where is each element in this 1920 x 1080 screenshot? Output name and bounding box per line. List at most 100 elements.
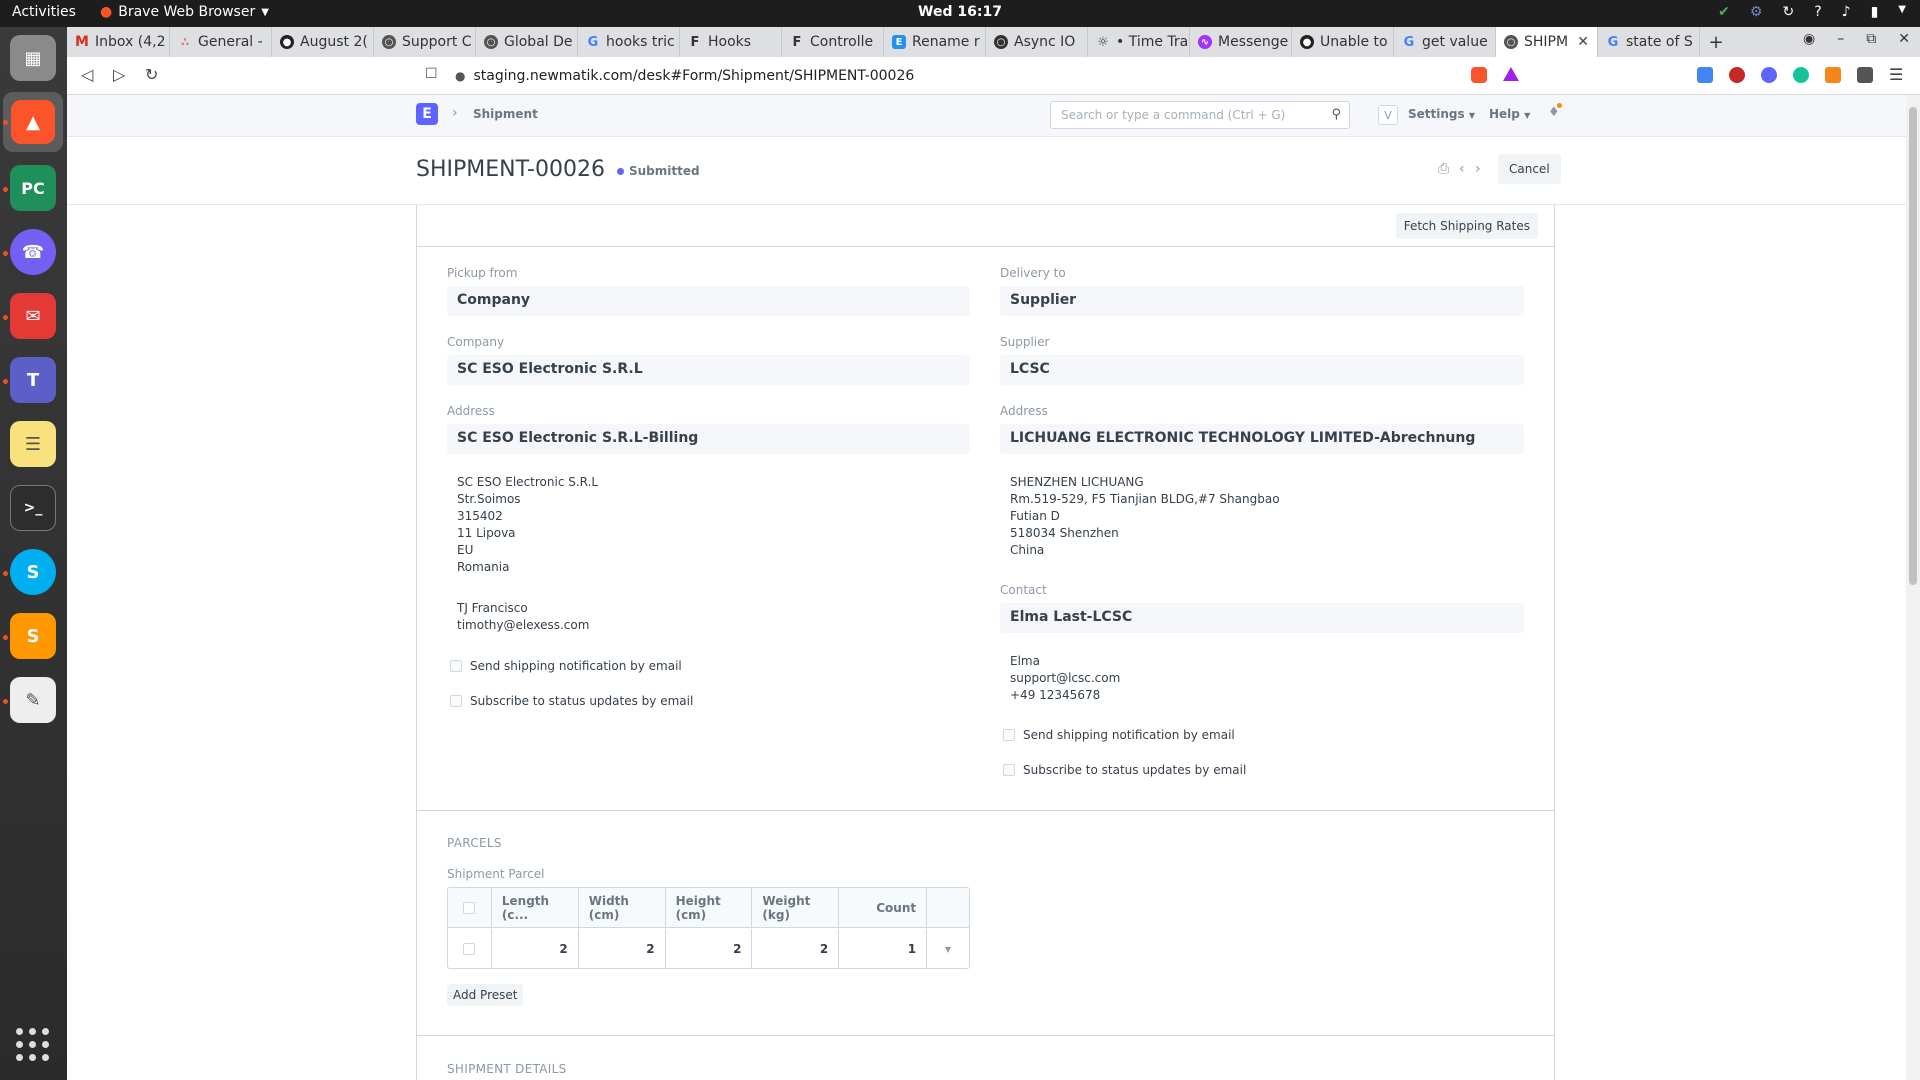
files-icon[interactable]: ▦	[10, 35, 56, 81]
row-select-checkbox[interactable]	[463, 943, 476, 955]
minimize-icon[interactable]: –	[1837, 31, 1844, 47]
close-tab-icon[interactable]: ✕	[1577, 34, 1589, 50]
battery-icon[interactable]: ▮	[1871, 4, 1879, 20]
forward-icon[interactable]: ▷	[113, 65, 125, 84]
metamask-icon[interactable]	[1825, 67, 1841, 83]
url-input[interactable]: ● staging.newmatik.com/desk#Form/Shipmen…	[455, 63, 1460, 89]
browser-tab[interactable]: Gstate of S	[1598, 27, 1700, 57]
add-preset-button[interactable]: Add Preset	[447, 984, 524, 1006]
fetch-shipping-rates-button[interactable]: Fetch Shipping Rates	[1395, 213, 1538, 239]
cancel-button[interactable]: Cancel	[1498, 154, 1561, 184]
browser-tab[interactable]: ☼ • Time Tra	[1088, 27, 1190, 57]
help-icon[interactable]: ?	[1814, 4, 1821, 20]
check-icon[interactable]: ✔	[1718, 4, 1730, 20]
bug-icon[interactable]: ⚙	[1750, 4, 1763, 20]
avatar[interactable]: V	[1378, 105, 1398, 125]
extension-icon[interactable]	[1761, 67, 1777, 83]
supplier-field[interactable]: LCSC	[1000, 355, 1524, 385]
column-header-length[interactable]: Length (c...	[492, 888, 579, 927]
translate-icon[interactable]	[1697, 67, 1713, 83]
pickup-from-field[interactable]: Company	[447, 286, 970, 316]
bookmark-icon[interactable]: ☐	[425, 66, 438, 82]
settings-menu[interactable]: Settings ▼	[1408, 107, 1475, 121]
browser-tab[interactable]: ● Unable to	[1292, 27, 1394, 57]
checkbox[interactable]	[1003, 729, 1015, 741]
pycharm-icon[interactable]: PC	[10, 165, 56, 211]
new-tab-button[interactable]: +	[1700, 27, 1732, 57]
contact-field[interactable]: Elma Last-LCSC	[1000, 603, 1524, 633]
browser-tab[interactable]: ○ Support C	[374, 27, 476, 57]
column-header-height[interactable]: Height (cm)	[666, 888, 753, 927]
help-menu[interactable]: Help ▼	[1489, 107, 1530, 121]
browser-tab[interactable]: ○ Async IO	[986, 27, 1088, 57]
browser-tab[interactable]: E Rename r	[884, 27, 986, 57]
cell-length[interactable]: 2	[492, 929, 579, 969]
row-expand-icon[interactable]: ▾	[927, 929, 969, 969]
chat-icon[interactable]: ✉	[10, 293, 56, 339]
checkbox[interactable]	[1003, 764, 1015, 776]
brave-shields-icon[interactable]	[1471, 67, 1487, 83]
browser-tab[interactable]: ● August 2(	[272, 27, 374, 57]
cell-weight[interactable]: 2	[752, 929, 840, 969]
browser-tab[interactable]: F Controlle	[782, 27, 884, 57]
cell-width[interactable]: 2	[579, 929, 666, 969]
delivery-address-field[interactable]: LICHUANG ELECTRONIC TECHNOLOGY LIMITED-A…	[1000, 424, 1524, 454]
close-icon[interactable]: ✕	[1898, 31, 1910, 47]
page-scrollbar[interactable]	[1906, 95, 1920, 1080]
column-header-width[interactable]: Width (cm)	[579, 888, 666, 927]
app-logo[interactable]: E	[416, 103, 438, 125]
browser-tab[interactable]: ○ Global De	[476, 27, 578, 57]
browser-tab[interactable]: Gget value	[1394, 27, 1496, 57]
pickup-subscribe-checkbox[interactable]: Subscribe to status updates by email	[450, 694, 693, 708]
refresh-icon[interactable]: ↻	[1782, 4, 1794, 20]
table-row[interactable]: 2 2 2 2 1 ▾	[448, 929, 969, 969]
tab-search-icon[interactable]: ◉	[1803, 31, 1815, 47]
chevron-down-icon[interactable]: ▼	[1898, 4, 1906, 20]
browser-tab[interactable]: M Inbox (4,2	[67, 27, 170, 57]
browser-tab[interactable]: ∿ Messenge	[1190, 27, 1292, 57]
app-menu[interactable]: ● Brave Web Browser ▼	[100, 4, 269, 20]
pickup-address-field[interactable]: SC ESO Electronic S.R.L-Billing	[447, 424, 970, 454]
company-field[interactable]: SC ESO Electronic S.R.L	[447, 355, 970, 385]
sublime-icon[interactable]: S	[10, 613, 56, 659]
checkbox[interactable]	[450, 695, 462, 707]
notes-icon[interactable]: ☰	[10, 421, 56, 467]
breadcrumb[interactable]: Shipment	[473, 107, 538, 121]
brave-rewards-icon[interactable]	[1503, 67, 1519, 81]
volume-icon[interactable]: ♪	[1842, 4, 1851, 20]
delivery-subscribe-checkbox[interactable]: Subscribe to status updates by email	[1003, 763, 1246, 777]
clock[interactable]: Wed 16:17	[918, 4, 1002, 20]
browser-tab[interactable]: Ghooks tric	[578, 27, 680, 57]
extensions-puzzle-icon[interactable]	[1857, 67, 1873, 83]
viber-icon[interactable]: ☎	[10, 229, 56, 275]
checkbox[interactable]	[450, 660, 462, 672]
cell-height[interactable]: 2	[666, 929, 753, 969]
terminal-icon[interactable]: >_	[10, 485, 56, 531]
system-tray[interactable]: ✔ ⚙ ↻ ? ♪ ▮ ▼	[1718, 4, 1906, 20]
search-input[interactable]: Search or type a command (Ctrl + G) ⚲	[1050, 101, 1350, 129]
back-icon[interactable]: ◁	[81, 65, 93, 84]
column-header-weight[interactable]: Weight (kg)	[752, 888, 840, 927]
delivery-notify-checkbox[interactable]: Send shipping notification by email	[1003, 728, 1235, 742]
adblock-icon[interactable]	[1729, 67, 1745, 83]
cell-count[interactable]: 1	[839, 929, 928, 969]
column-header-count[interactable]: Count	[839, 888, 928, 927]
print-icon[interactable]: ⎙	[1438, 161, 1449, 177]
grammarly-icon[interactable]	[1793, 67, 1809, 83]
menu-icon[interactable]: ☰	[1889, 65, 1903, 84]
reload-icon[interactable]: ↻	[145, 65, 158, 84]
next-doc-icon[interactable]: ›	[1475, 161, 1481, 177]
activities-button[interactable]: Activities	[12, 4, 76, 20]
delivery-to-field[interactable]: Supplier	[1000, 286, 1524, 316]
brave-icon[interactable]: ▲	[3, 92, 63, 152]
browser-tab[interactable]: ∴ General -	[170, 27, 272, 57]
teams-icon[interactable]: T	[10, 357, 56, 403]
browser-tab-active[interactable]: ○ SHIPM ✕	[1496, 27, 1598, 57]
editor-icon[interactable]: ✎	[10, 677, 56, 723]
browser-tab[interactable]: F Hooks	[680, 27, 782, 57]
show-applications-icon[interactable]	[16, 1028, 50, 1062]
maximize-icon[interactable]: ⧉	[1866, 31, 1876, 47]
skype-icon[interactable]: S	[10, 549, 56, 595]
pickup-notify-checkbox[interactable]: Send shipping notification by email	[450, 659, 682, 673]
select-all-checkbox[interactable]	[463, 901, 476, 914]
